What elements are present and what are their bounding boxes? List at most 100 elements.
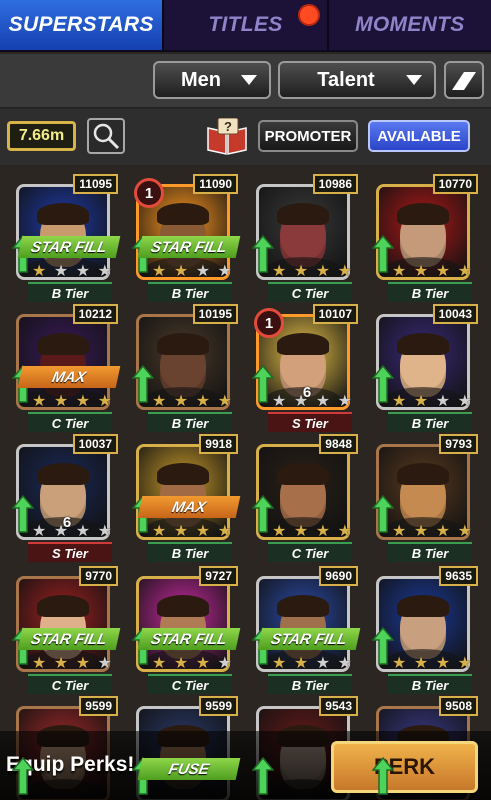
superstar-card[interactable]: 11095 STAR FILL ★ ★ ★ ★ B Tier — [12, 174, 122, 302]
superstar-card[interactable]: 10195 ★ ★ ★ ★ B Tier — [132, 304, 242, 432]
star-icon: ★ — [337, 263, 352, 280]
star-icon: ★ — [173, 655, 189, 672]
sort-order-button[interactable] — [444, 61, 484, 99]
tier-label: B Tier — [148, 282, 232, 302]
star-icon: ★ — [435, 655, 451, 672]
star-rating: ★ ★ ★ ★ — [392, 524, 472, 540]
sort-order-icon — [452, 72, 476, 90]
superstar-card[interactable]: 10107 1 ★ ★ ★ ★ 6 S Tier — [252, 304, 362, 432]
upgrade-arrow-icon — [252, 756, 274, 795]
superstar-card[interactable]: 9918 MAX ★ ★ ★ ★ B Tier — [132, 434, 242, 562]
star-icon: ★ — [457, 263, 472, 280]
star-icon: ★ — [392, 393, 407, 410]
level-number: 6 — [302, 384, 312, 401]
bottom-bar: Equip Perks! PERK — [0, 731, 491, 800]
tier-label: S Tier — [268, 412, 352, 432]
superstar-card[interactable]: 10770 ★ ★ ★ ★ B Tier — [372, 174, 482, 302]
tier-label: B Tier — [388, 674, 472, 694]
perk-button[interactable]: PERK — [331, 741, 478, 793]
star-icon: ★ — [173, 263, 189, 280]
star-icon: ★ — [337, 655, 352, 672]
star-rating: ★ ★ ★ ★ — [392, 394, 472, 410]
star-rating: ★ ★ ★ ★ — [152, 656, 232, 672]
power-score: 9690 — [319, 566, 358, 586]
status-banner: MAX — [17, 366, 121, 388]
help-book-icon[interactable]: ? — [206, 117, 248, 156]
superstar-card[interactable]: 9848 ★ ★ ★ ★ C Tier — [252, 434, 362, 562]
superstar-card[interactable]: 11090 1 STAR FILL ★ ★ ★ ★ B Tier — [132, 174, 242, 302]
star-icon: ★ — [32, 393, 47, 410]
superstar-card[interactable]: 10037 ★ ★ ★ ★ 6 S Tier — [12, 434, 122, 562]
gender-dropdown[interactable]: Men — [153, 61, 271, 99]
tier-label: B Tier — [148, 412, 232, 432]
star-icon: ★ — [195, 523, 211, 540]
tier-label: B Tier — [388, 282, 472, 302]
power-score: 10986 — [312, 174, 358, 194]
superstar-card[interactable]: 9793 ★ ★ ★ ★ B Tier — [372, 434, 482, 562]
power-score: 9727 — [199, 566, 238, 586]
star-icon: ★ — [152, 655, 167, 672]
star-icon: ★ — [293, 263, 309, 280]
star-icon: ★ — [217, 263, 232, 280]
star-icon: ★ — [337, 523, 352, 540]
power-score: 9635 — [439, 566, 478, 586]
status-banner: STAR FILL — [257, 628, 361, 650]
star-icon: ★ — [217, 523, 232, 540]
power-score: 10770 — [432, 174, 478, 194]
upgrade-arrow-icon — [252, 234, 274, 273]
star-icon: ★ — [53, 263, 69, 280]
available-button[interactable]: AVAILABLE — [368, 120, 470, 152]
tier-label: B Tier — [268, 674, 352, 694]
star-icon: ★ — [392, 523, 407, 540]
power-score: 9918 — [199, 434, 238, 454]
superstar-card[interactable]: 9635 ★ ★ ★ ★ B Tier — [372, 566, 482, 694]
tab-superstars[interactable]: SUPERSTARS — [0, 0, 163, 50]
star-icon: ★ — [217, 655, 232, 672]
power-score: 10212 — [72, 304, 118, 324]
upgrade-arrow-icon — [372, 494, 394, 533]
star-rating: ★ ★ ★ ★ — [272, 264, 352, 280]
rank-badge: 1 — [254, 308, 284, 338]
tier-label: B Tier — [148, 542, 232, 562]
superstar-card[interactable]: 10043 ★ ★ ★ ★ B Tier — [372, 304, 482, 432]
star-icon: ★ — [435, 523, 451, 540]
chevron-down-icon — [406, 75, 422, 85]
upgrade-arrow-icon — [12, 756, 34, 795]
gender-dropdown-label: Men — [181, 68, 221, 91]
tier-label: C Tier — [28, 674, 112, 694]
upgrade-arrow-icon — [252, 364, 274, 403]
filter-bar: Men Talent — [0, 54, 491, 108]
star-icon: ★ — [315, 655, 331, 672]
star-icon: ★ — [457, 655, 472, 672]
tier-label: B Tier — [28, 282, 112, 302]
star-icon: ★ — [32, 655, 47, 672]
star-icon: ★ — [97, 263, 112, 280]
promoter-button[interactable]: PROMOTER — [258, 120, 358, 152]
superstar-card[interactable]: 9770 STAR FILL ★ ★ ★ ★ C Tier — [12, 566, 122, 694]
star-icon: ★ — [315, 523, 331, 540]
star-icon: ★ — [293, 523, 309, 540]
star-icon: ★ — [315, 263, 331, 280]
star-icon: ★ — [293, 655, 309, 672]
search-button[interactable] — [87, 118, 125, 154]
star-icon: ★ — [152, 523, 167, 540]
superstar-card[interactable]: 9690 STAR FILL ★ ★ ★ ★ B Tier — [252, 566, 362, 694]
star-icon: ★ — [97, 523, 112, 540]
tier-label: B Tier — [388, 542, 472, 562]
star-icon: ★ — [457, 393, 472, 410]
star-icon: ★ — [97, 655, 112, 672]
tier-label: B Tier — [388, 412, 472, 432]
star-rating: ★ ★ ★ ★ — [272, 524, 352, 540]
sort-dropdown[interactable]: Talent — [278, 61, 436, 99]
star-icon: ★ — [413, 655, 429, 672]
star-icon: ★ — [413, 263, 429, 280]
power-score: 9770 — [79, 566, 118, 586]
superstar-card[interactable]: 9727 STAR FILL ★ ★ ★ ★ C Tier — [132, 566, 242, 694]
upgrade-arrow-icon — [372, 364, 394, 403]
tab-moments[interactable]: MOMENTS — [326, 0, 491, 50]
upgrade-arrow-icon — [372, 234, 394, 273]
superstar-card[interactable]: 10986 ★ ★ ★ ★ C Tier — [252, 174, 362, 302]
star-icon: ★ — [32, 263, 47, 280]
status-banner: STAR FILL — [17, 628, 121, 650]
superstar-card[interactable]: 10212 MAX ★ ★ ★ ★ C Tier — [12, 304, 122, 432]
